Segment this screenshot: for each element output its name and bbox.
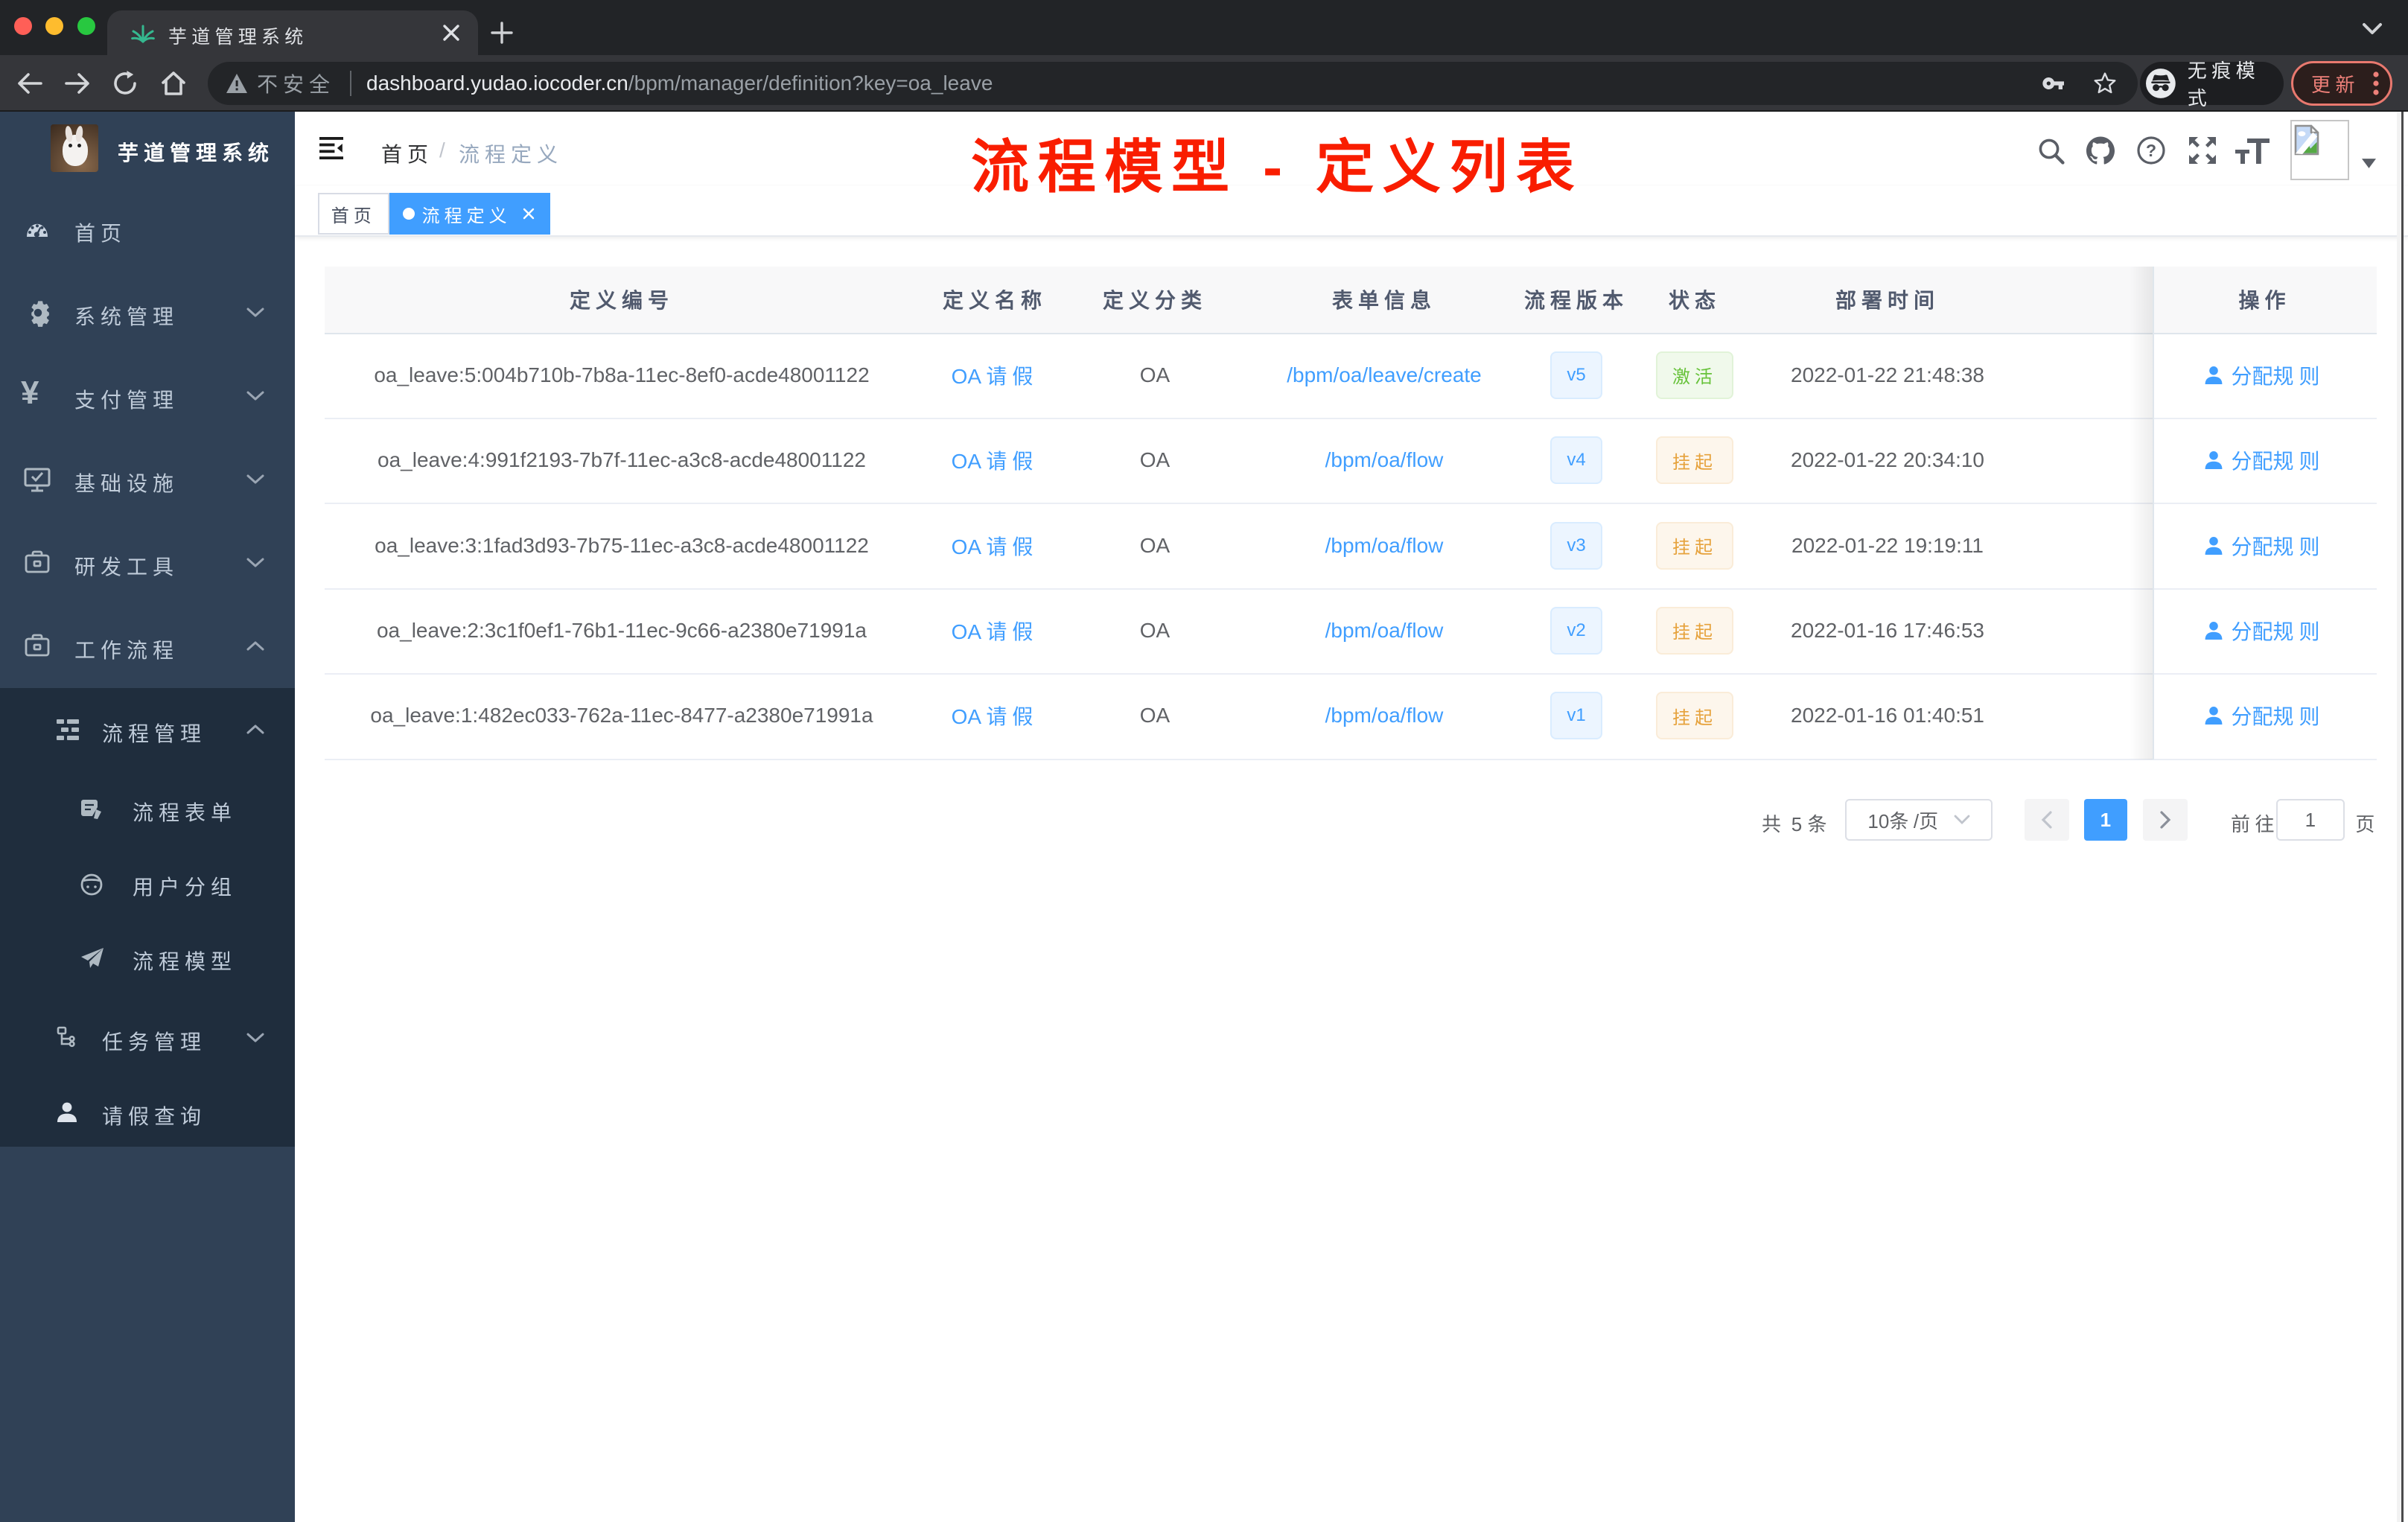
- svg-text:?: ?: [2146, 141, 2156, 160]
